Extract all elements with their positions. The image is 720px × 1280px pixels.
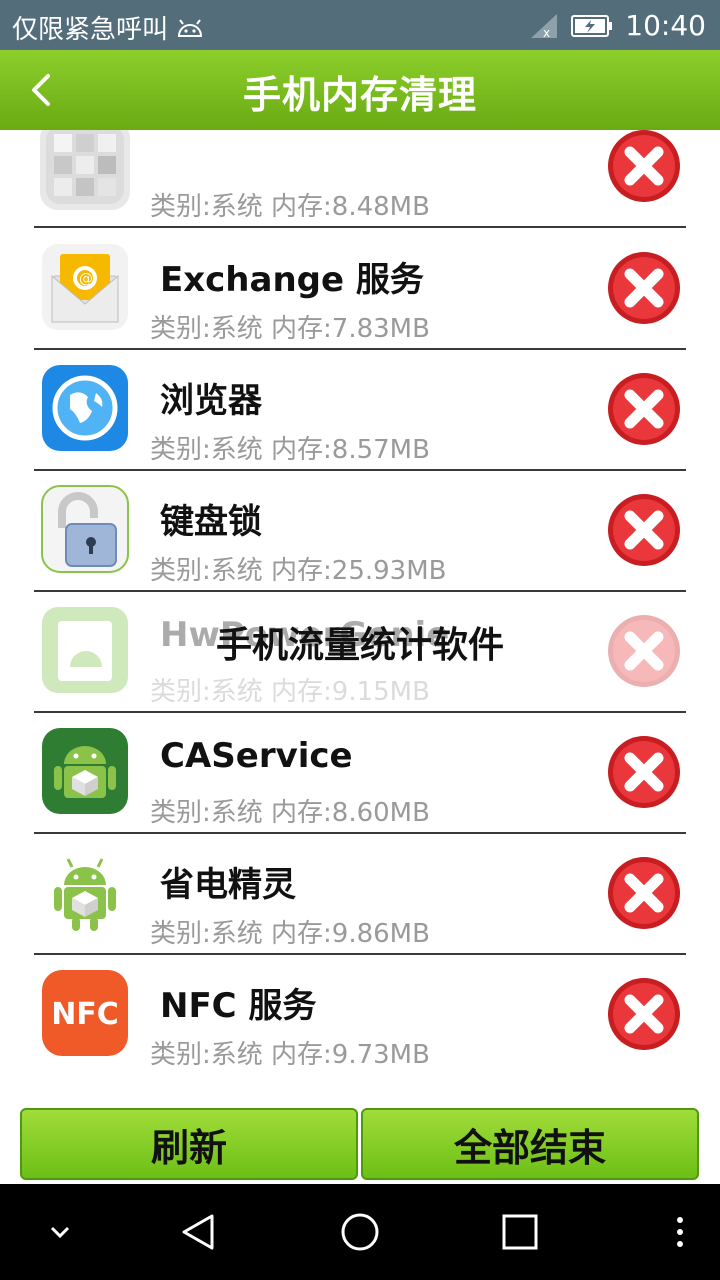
kill-process-button[interactable]	[606, 976, 682, 1052]
app-name: 省电精灵	[160, 865, 296, 905]
email-icon: @	[40, 242, 130, 332]
action-bar: 刷新 全部结束	[0, 1100, 720, 1184]
process-row[interactable]: 浏览器 类别:系统 内存:8.57MB	[34, 349, 686, 471]
process-row[interactable]: 省电精灵 类别:系统 内存:9.86MB	[34, 833, 686, 955]
app-memory: 内存:8.57MB	[271, 435, 430, 465]
android-icon	[178, 18, 203, 37]
kill-process-button[interactable]	[606, 371, 682, 447]
close-icon	[608, 857, 680, 929]
overlay-caption: 手机流量统计软件	[215, 625, 504, 666]
status-bar: 仅限紧急呼叫 x 10:40	[0, 0, 720, 50]
app-category: 类别:系统	[150, 556, 263, 586]
app-category: 类别:系统	[150, 677, 263, 707]
process-row[interactable]: @ Exchange 服务 类别:系统 内存:7.83MB	[34, 228, 686, 350]
app-name: Exchange 服务	[160, 260, 424, 300]
battery-icon	[571, 14, 613, 37]
signal-icon: x	[531, 13, 558, 40]
process-list[interactable]: 类别:系统 内存:8.48MB @ Exchange 服务 类别:系统 内存:7…	[0, 130, 720, 1090]
kill-process-button[interactable]	[606, 734, 682, 810]
nfc-icon: NFC	[40, 968, 130, 1058]
app-category: 类别:系统	[150, 314, 263, 344]
app-memory: 内存:9.73MB	[271, 1040, 430, 1070]
back-icon[interactable]	[176, 1208, 224, 1256]
app-memory: 内存:9.86MB	[271, 919, 430, 949]
end-all-button[interactable]: 全部结束	[361, 1108, 699, 1180]
globe-icon	[40, 363, 130, 453]
app-memory: 内存:9.15MB	[271, 677, 430, 707]
process-row[interactable]: 类别:系统 内存:8.48MB	[34, 130, 686, 228]
kill-process-button[interactable]	[606, 492, 682, 568]
cube-grid-icon	[40, 130, 130, 210]
close-icon	[608, 130, 680, 202]
app-name: 浏览器	[160, 381, 262, 421]
system-nav-bar	[0, 1184, 720, 1280]
page-title: 手机内存清理	[242, 73, 477, 117]
clock-time: 10:40	[625, 9, 706, 42]
kill-process-button[interactable]	[606, 855, 682, 931]
app-name: NFC 服务	[160, 986, 317, 1026]
close-icon	[608, 373, 680, 445]
app-category: 类别:系统	[150, 798, 263, 828]
recents-icon[interactable]	[496, 1208, 544, 1256]
app-memory: 内存:25.93MB	[271, 556, 447, 586]
padlock-icon	[40, 484, 130, 574]
app-memory: 内存:7.83MB	[271, 314, 430, 344]
app-category: 类别:系统	[150, 192, 263, 222]
app-memory: 内存:8.60MB	[271, 798, 430, 828]
android-box-icon	[40, 847, 130, 937]
carrier-text: 仅限紧急呼叫	[12, 15, 169, 45]
svg-text:NFC: NFC	[51, 997, 119, 1032]
app-header: 手机内存清理	[0, 50, 720, 130]
home-icon[interactable]	[336, 1208, 384, 1256]
svg-text:x: x	[543, 26, 550, 40]
refresh-button[interactable]: 刷新	[20, 1108, 358, 1180]
process-row[interactable]: CAService 类别:系统 内存:8.60MB	[34, 712, 686, 834]
hide-keyboard-icon[interactable]	[36, 1208, 84, 1256]
app-name: CAService	[160, 736, 353, 776]
close-icon	[608, 978, 680, 1050]
process-row[interactable]: 键盘锁 类别:系统 内存:25.93MB	[34, 470, 686, 592]
close-icon	[608, 494, 680, 566]
app-category: 类别:系统	[150, 919, 263, 949]
android-box-icon	[40, 726, 130, 816]
app-memory: 内存:8.48MB	[271, 192, 430, 222]
kill-process-button[interactable]	[606, 130, 682, 204]
app-name: 键盘锁	[160, 502, 262, 542]
app-category: 类别:系统	[150, 1040, 263, 1070]
app-category: 类别:系统	[150, 435, 263, 465]
kill-process-button[interactable]	[606, 250, 682, 326]
more-icon[interactable]	[656, 1208, 704, 1256]
close-icon	[608, 736, 680, 808]
process-row[interactable]: NFC NFC 服务 类别:系统 内存:9.73MB	[34, 954, 686, 1074]
close-icon	[608, 252, 680, 324]
svg-text:@: @	[79, 271, 93, 287]
